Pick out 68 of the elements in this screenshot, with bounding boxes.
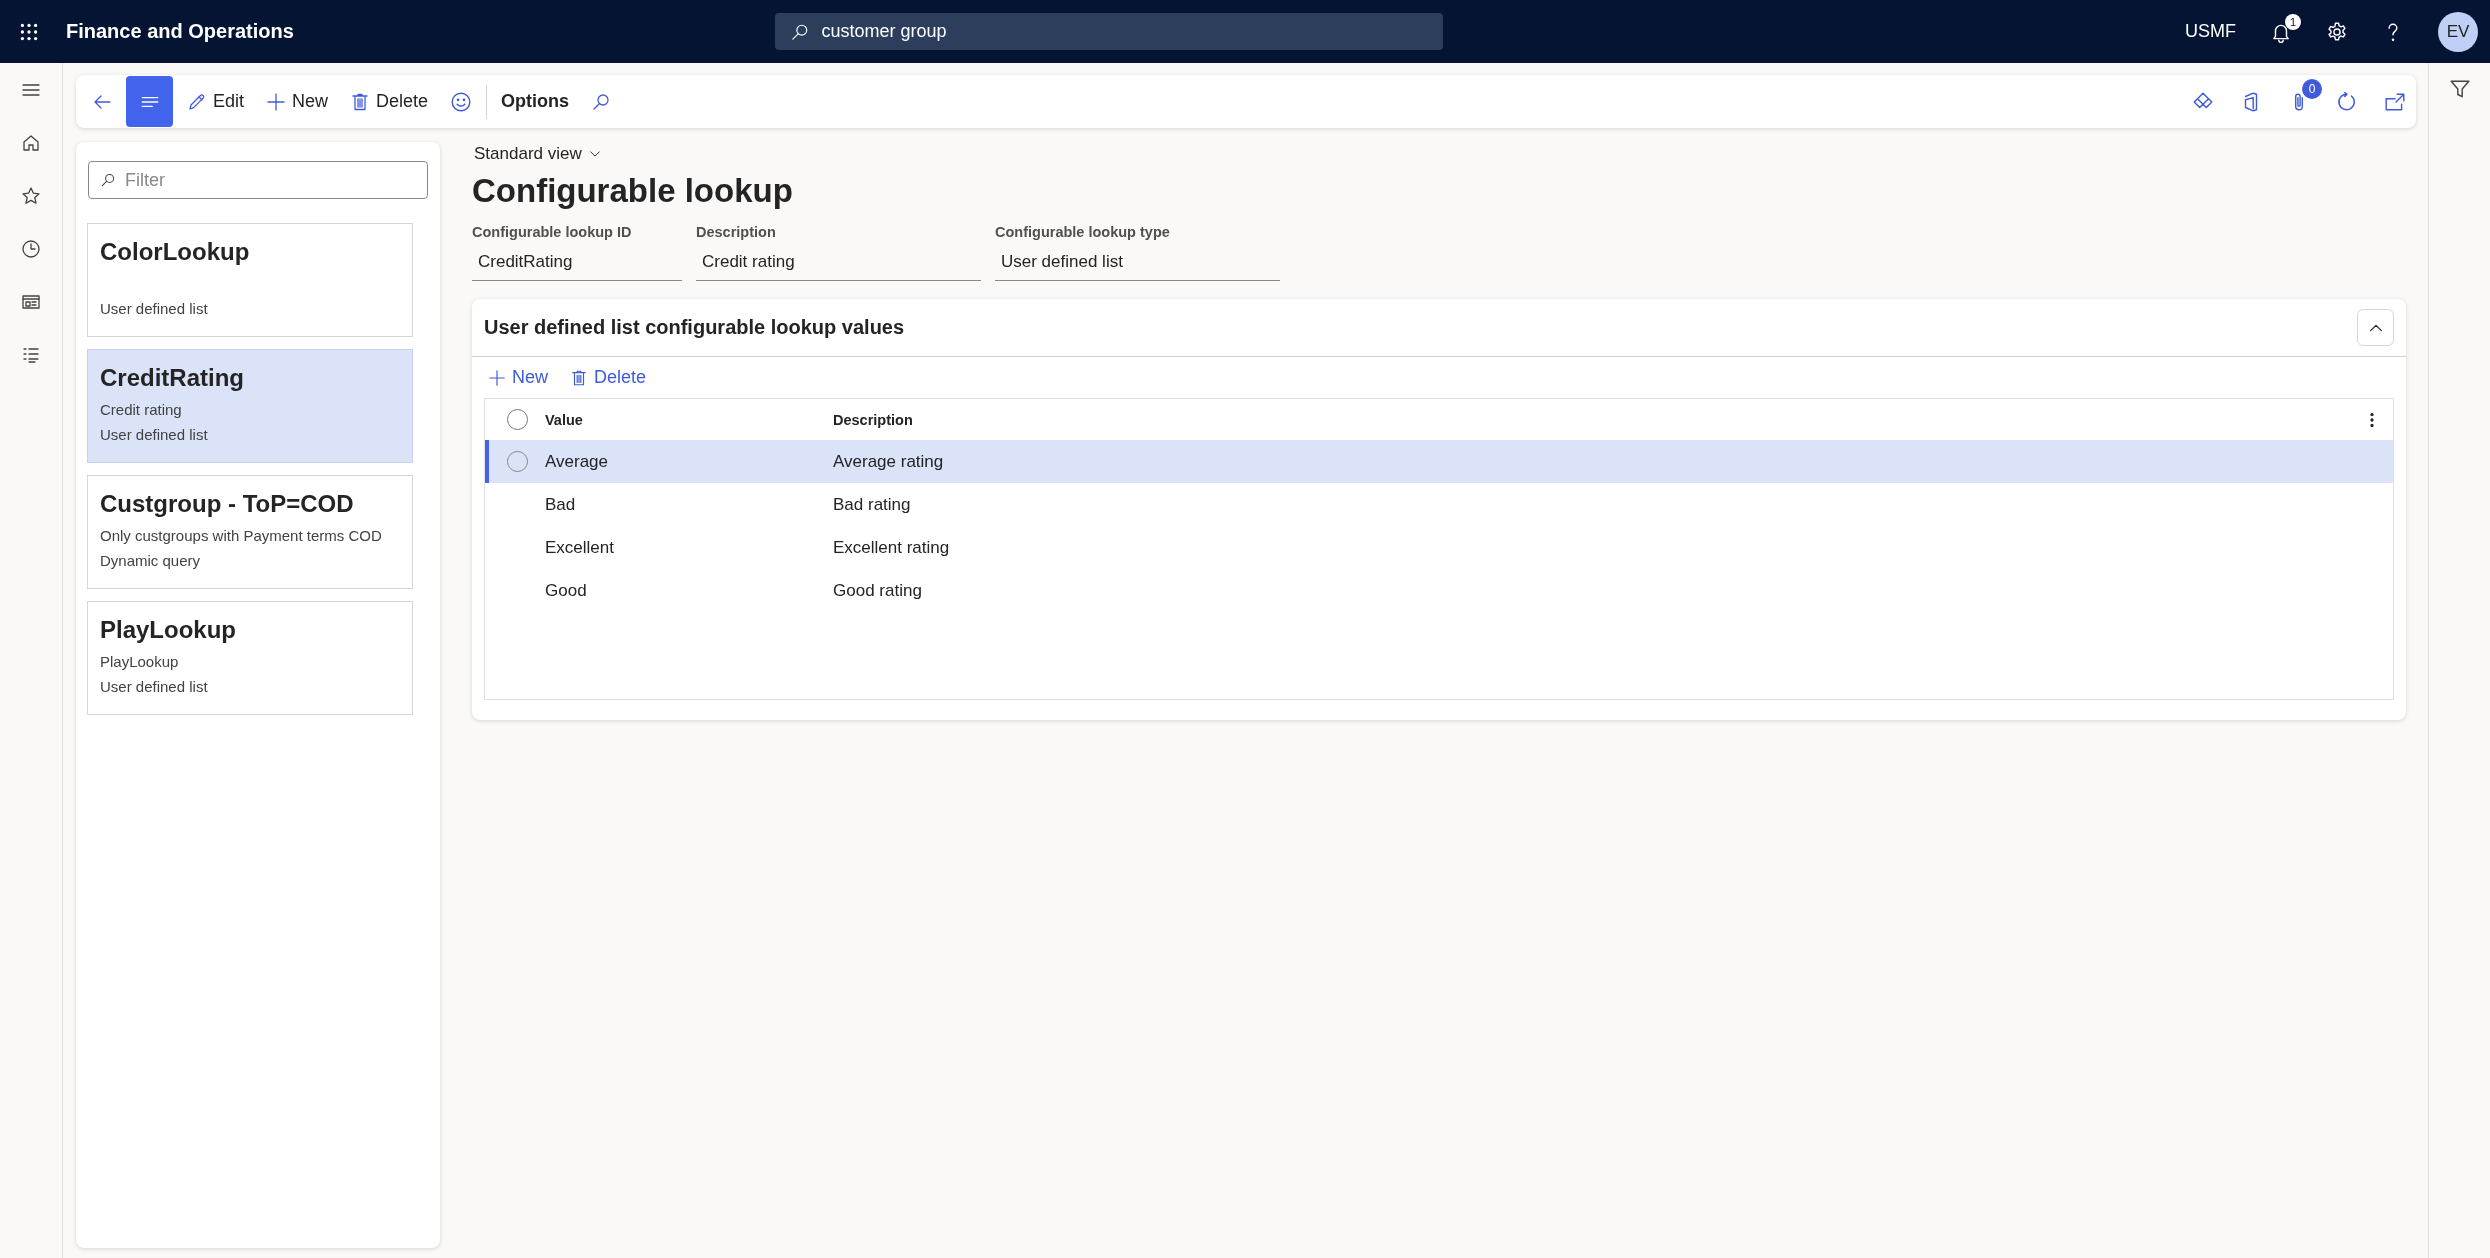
text-field[interactable]: CreditRating — [472, 248, 682, 281]
filter-icon[interactable] — [2448, 78, 2471, 100]
page-title: Configurable lookup — [472, 172, 794, 210]
card-description: PlayLookup — [100, 653, 180, 672]
grid-row[interactable]: Bad Bad rating — [485, 483, 2393, 526]
search-field[interactable]: customer group — [775, 13, 1444, 50]
card-type: User defined list — [100, 678, 209, 697]
grid-row[interactable]: Excellent Excellent rating — [485, 526, 2393, 569]
table-cell-text: Bad rating — [833, 494, 912, 515]
lookup-card[interactable]: Custgroup - ToP=COD Only custgroups with Payment terms COD Dynamic query — [87, 475, 413, 589]
card-title: ColorLookup — [100, 238, 251, 266]
plus-icon — [266, 91, 287, 112]
settings-icon[interactable] — [2326, 20, 2348, 43]
table-cell-text: Excellent — [545, 537, 615, 558]
smiley-icon[interactable] — [450, 90, 473, 113]
new-button[interactable]: New — [258, 77, 337, 126]
delete-button[interactable]: Delete — [342, 77, 437, 126]
search-icon[interactable] — [591, 91, 612, 112]
card-type: User defined list — [100, 426, 209, 445]
modules-list-icon[interactable] — [21, 345, 41, 365]
section-title: User defined list configurable lookup values — [484, 316, 905, 339]
home-icon[interactable] — [21, 133, 41, 153]
column-header[interactable]: Value — [545, 411, 833, 428]
trash-icon — [570, 368, 588, 387]
star-icon[interactable] — [21, 186, 41, 206]
options-tab[interactable]: Options — [493, 77, 578, 126]
refresh-icon[interactable] — [2336, 90, 2358, 113]
table-cell-text: Bad — [545, 494, 577, 515]
field-label: Configurable lookup type — [995, 224, 1171, 240]
delete-button[interactable]: Delete — [566, 363, 651, 392]
edit-button[interactable]: Edit — [179, 77, 253, 126]
card-description: Credit rating — [100, 401, 183, 420]
card-description: Only custgroups with Payment terms COD — [100, 527, 383, 546]
company-selector[interactable]: USMF — [2185, 21, 2236, 42]
table-cell-text: Average rating — [833, 451, 945, 472]
card-title: PlayLookup — [100, 616, 238, 644]
text-field[interactable]: User defined list — [995, 248, 1280, 281]
filter-field[interactable]: Filter — [88, 161, 428, 199]
search-icon — [100, 172, 116, 188]
card-type: Dynamic query — [100, 552, 202, 571]
field-label: Configurable lookup ID — [472, 224, 633, 240]
grid-row[interactable]: Average Average rating — [485, 440, 2393, 483]
new-button[interactable]: New — [484, 363, 552, 392]
clock-icon[interactable] — [21, 239, 41, 259]
pencil-icon — [187, 91, 207, 112]
user-avatar[interactable]: EV — [2438, 11, 2478, 52]
list-view-toggle[interactable] — [126, 76, 173, 127]
grid-row[interactable]: Good Good rating — [485, 569, 2393, 612]
card-type: User defined list — [100, 300, 209, 319]
search-icon — [791, 22, 810, 41]
table-cell-text: Excellent rating — [833, 537, 951, 558]
workspace-icon[interactable] — [21, 292, 41, 312]
field-label: Description — [696, 224, 777, 240]
lookup-card[interactable]: PlayLookup PlayLookup User defined list — [87, 601, 413, 715]
lookup-card[interactable]: ColorLookup User defined list — [87, 223, 413, 337]
text-field[interactable]: Credit rating — [696, 248, 981, 281]
table-cell-text: Good rating — [833, 580, 923, 601]
app-title: Finance and Operations — [66, 20, 294, 43]
lookup-card[interactable]: CreditRating Credit rating User defined list — [87, 349, 413, 463]
notification-count: 1 — [2285, 13, 2301, 30]
table-cell-text: Average — [545, 451, 609, 472]
plus-icon — [488, 368, 506, 387]
attachment-count: 0 — [2302, 78, 2322, 99]
table-cell-text: Good — [545, 580, 588, 601]
view-selector[interactable]: Standard view — [472, 142, 604, 166]
card-title: Custgroup - ToP=COD — [100, 490, 355, 518]
card-title: CreditRating — [100, 364, 245, 392]
column-header[interactable]: Description — [833, 411, 2363, 428]
